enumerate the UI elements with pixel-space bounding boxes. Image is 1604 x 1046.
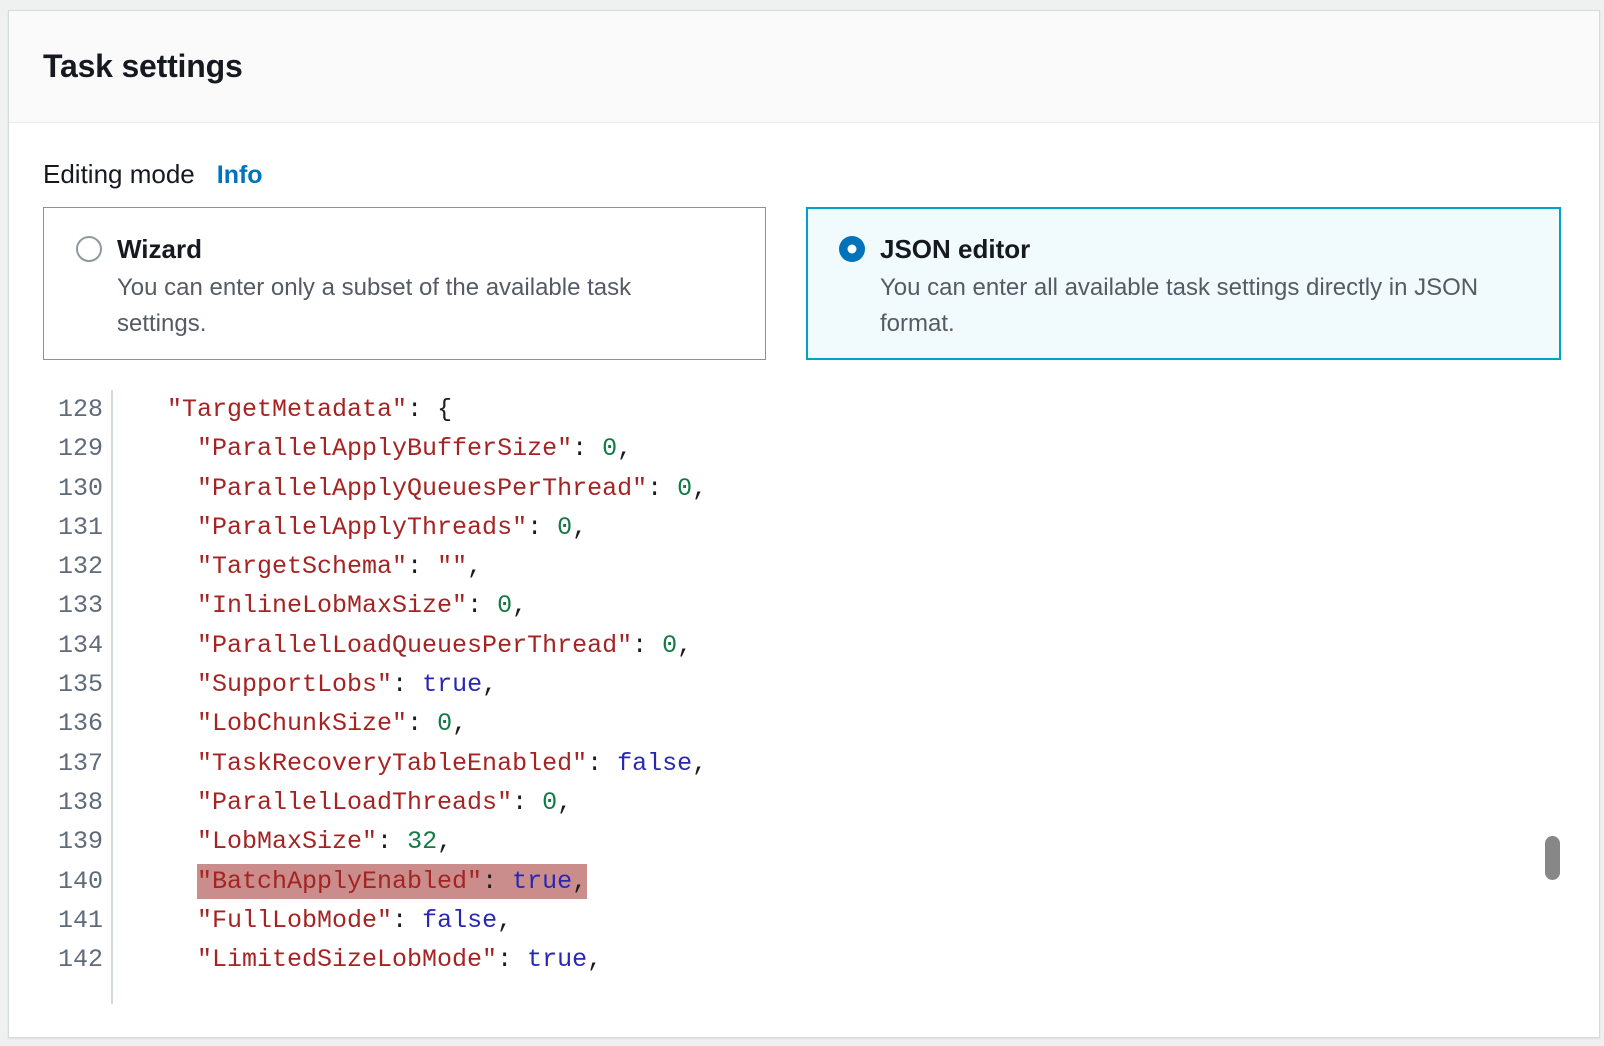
code-line[interactable]: 128 "TargetMetadata": { — [9, 390, 1599, 429]
json-editor-option-description: You can enter all available task setting… — [880, 270, 1490, 342]
editor-scrollbar-thumb[interactable] — [1545, 836, 1560, 880]
highlighted-code: "BatchApplyEnabled": true, — [197, 867, 587, 896]
code-line[interactable]: 139 "LobMaxSize": 32, — [9, 822, 1599, 861]
code-line[interactable]: 138 "ParallelLoadThreads": 0, — [9, 783, 1599, 822]
editing-mode-row: Editing mode Info — [43, 159, 1599, 190]
line-number: 133 — [9, 586, 111, 625]
line-number: 130 — [9, 469, 111, 508]
code-text: "ParallelApplyQueuesPerThread": 0, — [111, 469, 707, 508]
code-text: "ParallelApplyThreads": 0, — [111, 508, 587, 547]
code-line[interactable]: 135 "SupportLobs": true, — [9, 665, 1599, 704]
wizard-option-title: Wizard — [117, 233, 725, 265]
radio-unselected-icon[interactable] — [76, 236, 102, 262]
code-lines: 128 "TargetMetadata": {129 "ParallelAppl… — [9, 388, 1599, 979]
code-line[interactable]: 130 "ParallelApplyQueuesPerThread": 0, — [9, 469, 1599, 508]
line-number: 134 — [9, 626, 111, 665]
code-text: "LobMaxSize": 32, — [111, 822, 452, 861]
code-text: "TargetSchema": "", — [111, 547, 482, 586]
line-number: 140 — [9, 862, 111, 901]
json-editor-option-tile[interactable]: JSON editor You can enter all available … — [806, 207, 1561, 360]
code-text: "ParallelApplyBufferSize": 0, — [111, 429, 632, 468]
code-text: "LimitedSizeLobMode": true, — [111, 940, 602, 979]
code-line[interactable]: 134 "ParallelLoadQueuesPerThread": 0, — [9, 626, 1599, 665]
code-line[interactable]: 131 "ParallelApplyThreads": 0, — [9, 508, 1599, 547]
wizard-option-text: Wizard You can enter only a subset of th… — [117, 233, 725, 342]
panel-header: Task settings — [9, 11, 1599, 123]
code-line[interactable]: 140 "BatchApplyEnabled": true, — [9, 862, 1599, 901]
code-text: "InlineLobMaxSize": 0, — [111, 586, 527, 625]
line-number: 137 — [9, 744, 111, 783]
task-settings-panel: Task settings Editing mode Info Wizard Y… — [8, 10, 1600, 1038]
info-link[interactable]: Info — [217, 161, 263, 190]
line-number: 131 — [9, 508, 111, 547]
code-text: "LobChunkSize": 0, — [111, 704, 467, 743]
line-number: 128 — [9, 390, 111, 429]
code-text: "ParallelLoadQueuesPerThread": 0, — [111, 626, 692, 665]
panel-body: Editing mode Info Wizard You can enter o… — [9, 123, 1599, 1004]
code-text: "SupportLobs": true, — [111, 665, 497, 704]
line-number: 135 — [9, 665, 111, 704]
code-line[interactable]: 137 "TaskRecoveryTableEnabled": false, — [9, 744, 1599, 783]
code-line[interactable]: 133 "InlineLobMaxSize": 0, — [9, 586, 1599, 625]
line-number: 138 — [9, 783, 111, 822]
line-number: 142 — [9, 940, 111, 979]
line-number: 132 — [9, 547, 111, 586]
code-line[interactable]: 136 "LobChunkSize": 0, — [9, 704, 1599, 743]
line-number: 129 — [9, 429, 111, 468]
line-number: 136 — [9, 704, 111, 743]
wizard-option-description: You can enter only a subset of the avail… — [117, 270, 725, 342]
line-number: 141 — [9, 901, 111, 940]
code-line[interactable]: 142 "LimitedSizeLobMode": true, — [9, 940, 1599, 979]
json-editor-option-title: JSON editor — [880, 233, 1490, 265]
code-text: "TargetMetadata": { — [111, 390, 452, 429]
radio-selected-icon[interactable] — [839, 236, 865, 262]
editing-mode-label: Editing mode — [43, 159, 195, 190]
json-editor-option-text: JSON editor You can enter all available … — [880, 233, 1490, 342]
code-line[interactable]: 129 "ParallelApplyBufferSize": 0, — [9, 429, 1599, 468]
json-code-editor[interactable]: 128 "TargetMetadata": {129 "ParallelAppl… — [9, 388, 1599, 1004]
code-text: "ParallelLoadThreads": 0, — [111, 783, 572, 822]
code-text: "BatchApplyEnabled": true, — [111, 862, 587, 901]
code-text: "FullLobMode": false, — [111, 901, 512, 940]
line-number: 139 — [9, 822, 111, 861]
code-text: "TaskRecoveryTableEnabled": false, — [111, 744, 707, 783]
code-line[interactable]: 141 "FullLobMode": false, — [9, 901, 1599, 940]
page-title: Task settings — [43, 48, 243, 85]
wizard-option-tile[interactable]: Wizard You can enter only a subset of th… — [43, 207, 766, 360]
code-line[interactable]: 132 "TargetSchema": "", — [9, 547, 1599, 586]
editing-mode-options: Wizard You can enter only a subset of th… — [43, 207, 1599, 360]
